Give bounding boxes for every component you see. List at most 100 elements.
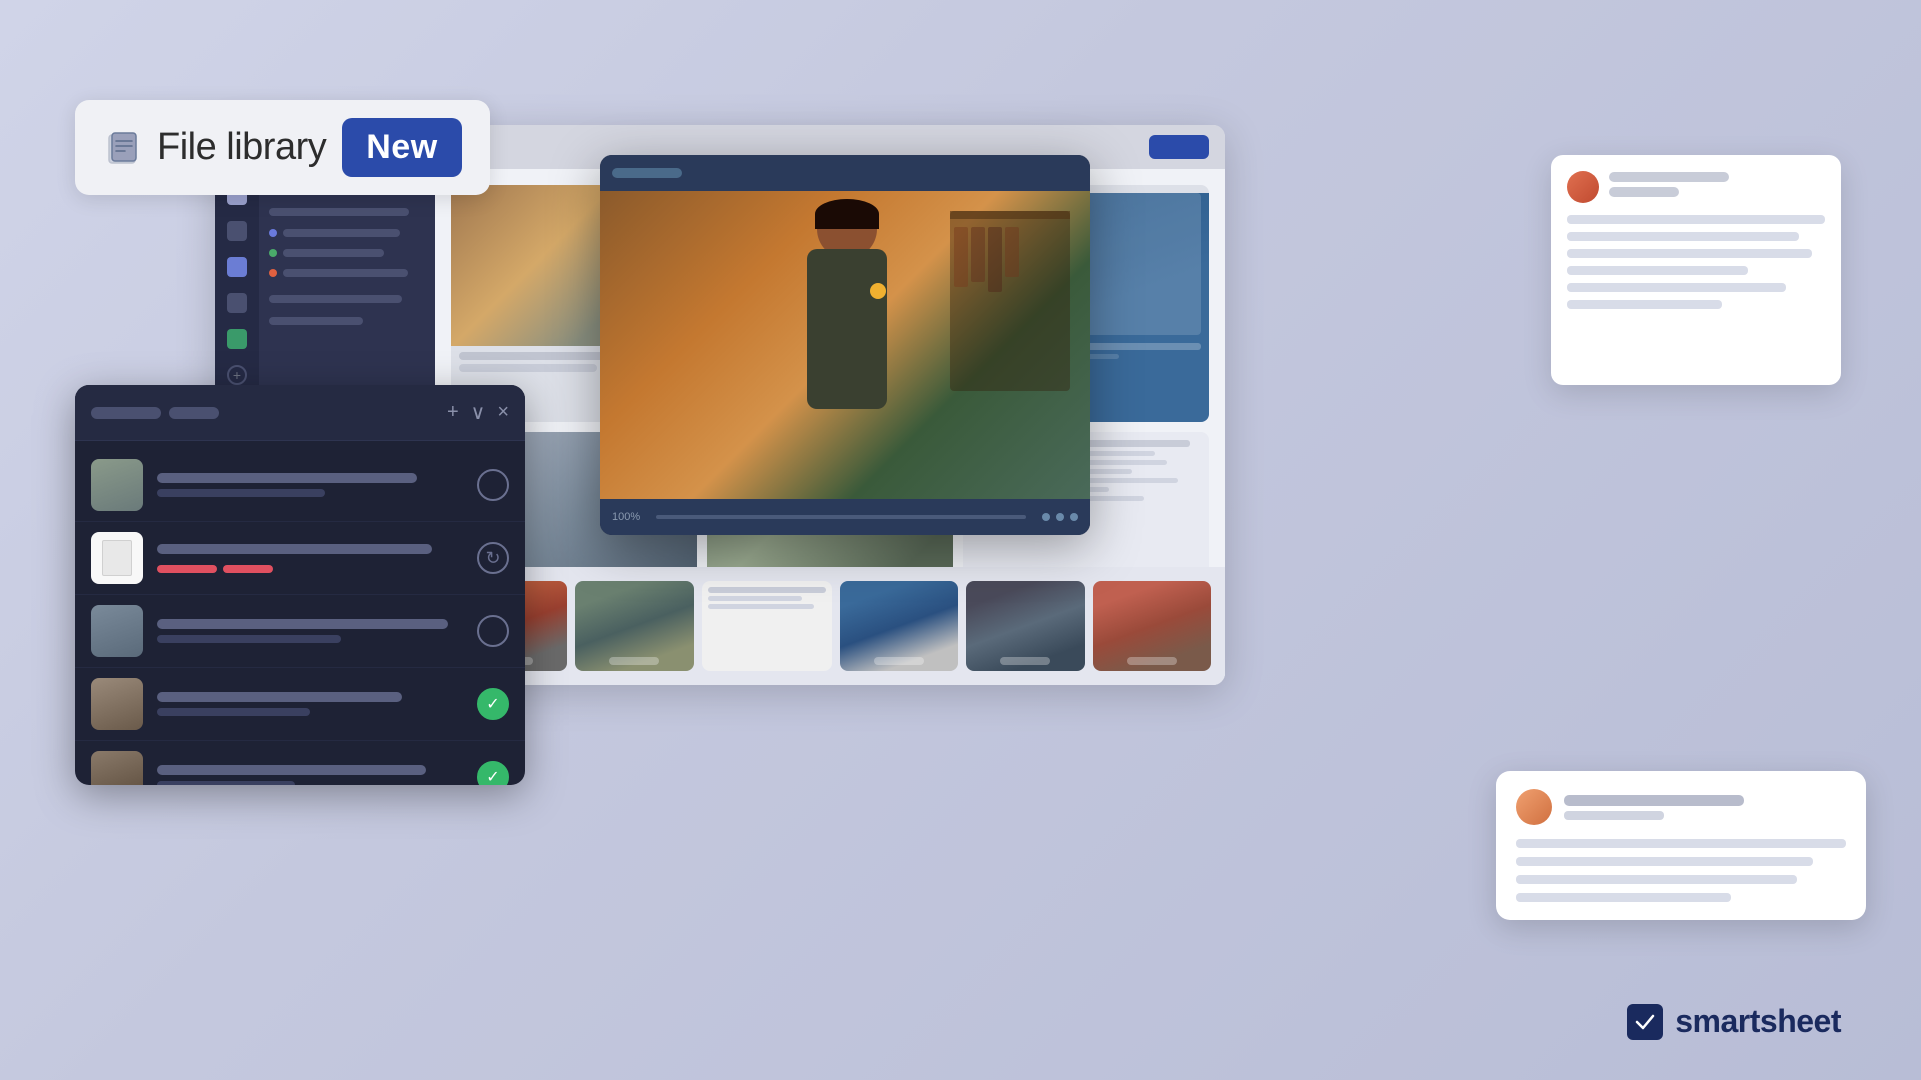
comment-line-3 — [1567, 249, 1812, 258]
comment-bubble — [1496, 771, 1866, 920]
task-info-5 — [157, 765, 463, 785]
task-title-4 — [157, 692, 402, 702]
task-header-tabs — [91, 407, 435, 419]
bottom-thumb-woman[interactable] — [575, 581, 693, 671]
window-top-button[interactable] — [1149, 135, 1209, 159]
task-status-5[interactable]: ✓ — [477, 761, 509, 785]
task-sub-4 — [157, 708, 310, 716]
task-thumb-1 — [91, 459, 143, 511]
comment-name-block — [1609, 172, 1825, 202]
bottom-thumb-fashion[interactable] — [1093, 581, 1211, 671]
sidebar-item-6[interactable] — [269, 317, 363, 325]
task-header-actions: + ∨ × — [447, 400, 509, 425]
bubble-content-4 — [1516, 893, 1731, 902]
video-dot-3 — [1070, 513, 1078, 521]
task-thumb-5 — [91, 751, 143, 785]
task-thumb-3 — [91, 605, 143, 657]
task-panel: + ∨ × — [75, 385, 525, 785]
sidebar-item-3[interactable] — [269, 249, 425, 257]
task-status-3[interactable] — [477, 615, 509, 647]
task-row-5: ✓ — [75, 741, 525, 785]
bubble-avatar — [1516, 789, 1552, 825]
sidebar-item-4[interactable] — [269, 269, 425, 277]
task-row-1 — [75, 449, 525, 522]
video-zoom-label: 100% — [612, 511, 640, 523]
video-dot-1 — [1042, 513, 1050, 521]
bubble-sub-line — [1564, 811, 1664, 820]
bubble-content-3 — [1516, 875, 1797, 884]
task-add-icon[interactable]: + — [447, 401, 459, 424]
video-bg — [600, 191, 1090, 499]
task-thumb-4 — [91, 678, 143, 730]
task-sub-3 — [157, 635, 341, 643]
task-title-5 — [157, 765, 426, 775]
video-header-label — [612, 168, 682, 178]
bubble-content-2 — [1516, 857, 1813, 866]
file-library-title: File library — [157, 126, 326, 169]
video-dot-2 — [1056, 513, 1064, 521]
task-info-3 — [157, 619, 463, 643]
video-footer: 100% — [600, 499, 1090, 535]
task-status-2[interactable]: ↻ — [477, 542, 509, 574]
task-title-2 — [157, 544, 432, 554]
comment-name-line-1 — [1609, 172, 1729, 182]
person-figure — [747, 199, 947, 499]
sidebar-icon-active[interactable] — [227, 257, 247, 277]
smartsheet-logo-mark — [1627, 1004, 1663, 1040]
task-header: + ∨ × — [75, 385, 525, 441]
task-thumb-2 — [91, 532, 143, 584]
bottom-thumbs-row — [435, 567, 1225, 685]
sidebar-icon-star[interactable] — [227, 293, 247, 313]
comment-name-line-2 — [1609, 187, 1679, 197]
sidebar-item-1[interactable] — [269, 208, 409, 216]
sidebar-item-2[interactable] — [269, 229, 425, 237]
task-progress-bar-1 — [157, 565, 217, 573]
sidebar-item-5[interactable] — [269, 295, 402, 303]
comment-line-1 — [1567, 215, 1825, 224]
file-library-badge: File library New — [75, 100, 490, 195]
task-title-3 — [157, 619, 448, 629]
task-expand-icon[interactable]: ∨ — [471, 400, 486, 425]
task-status-4[interactable]: ✓ — [477, 688, 509, 720]
comment-line-2 — [1567, 232, 1799, 241]
bubble-content-lines — [1516, 839, 1846, 902]
bubble-header — [1516, 789, 1846, 825]
video-overlay: 100% — [600, 155, 1090, 535]
task-close-icon[interactable]: × — [497, 401, 509, 424]
comment-lines — [1567, 215, 1825, 309]
new-badge: New — [342, 118, 461, 177]
video-content — [600, 191, 1090, 499]
bubble-title-line — [1564, 795, 1744, 806]
task-info-2 — [157, 544, 463, 573]
bubble-name-area — [1564, 795, 1846, 820]
task-progress-row — [157, 560, 463, 573]
task-info-4 — [157, 692, 463, 716]
comment-panel-main — [1551, 155, 1841, 385]
sidebar-icon-grid[interactable] — [227, 221, 247, 241]
comment-line-6 — [1567, 300, 1722, 309]
task-status-1[interactable] — [477, 469, 509, 501]
task-row-4: ✓ — [75, 668, 525, 741]
smartsheet-logo-text: smartsheet — [1675, 1003, 1841, 1040]
sidebar-icon-green[interactable] — [227, 329, 247, 349]
sidebar-icon-add[interactable]: + — [227, 365, 247, 385]
smartsheet-logo: smartsheet — [1627, 1003, 1841, 1040]
bottom-thumb-bike[interactable] — [840, 581, 958, 671]
task-tab-2[interactable] — [169, 407, 219, 419]
task-sub-1 — [157, 489, 325, 497]
comment-avatar — [1567, 171, 1599, 203]
task-info-1 — [157, 473, 463, 497]
bubble-content-1 — [1516, 839, 1846, 848]
bottom-thumb-doc[interactable] — [702, 581, 832, 671]
task-list: ↻ ✓ — [75, 441, 525, 785]
task-progress-bar-2 — [223, 565, 273, 573]
task-tab-1[interactable] — [91, 407, 161, 419]
video-header — [600, 155, 1090, 191]
comment-user-row — [1567, 171, 1825, 203]
task-title-1 — [157, 473, 417, 483]
task-row-2: ↻ — [75, 522, 525, 595]
video-progress-bar[interactable] — [656, 515, 1026, 519]
notification-dot — [870, 283, 886, 299]
bottom-thumb-building[interactable] — [966, 581, 1084, 671]
comment-line-5 — [1567, 283, 1786, 292]
